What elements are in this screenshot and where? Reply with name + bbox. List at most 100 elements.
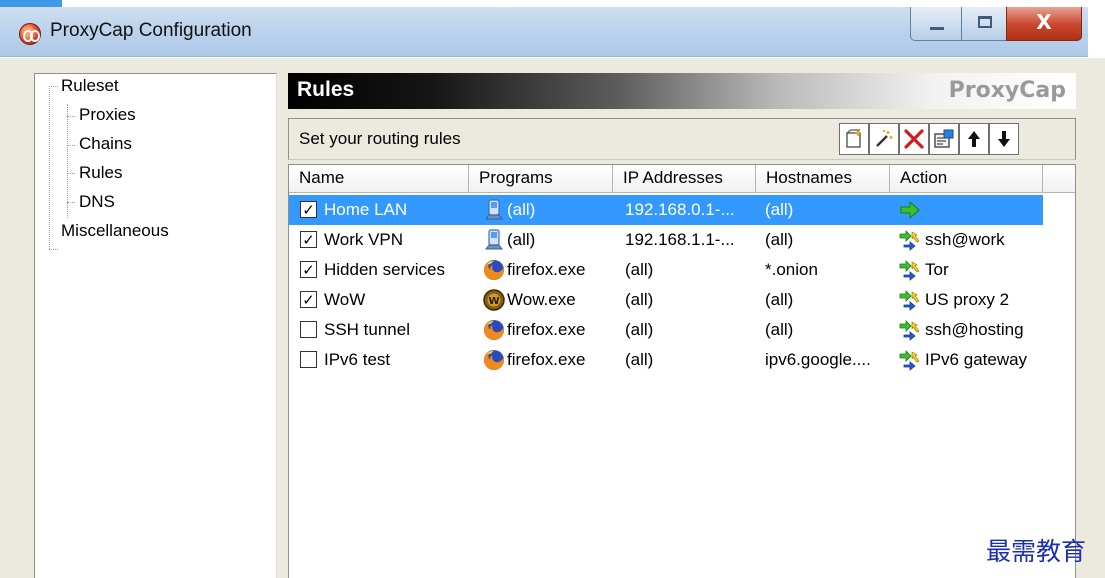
column-header-name[interactable]: Name <box>289 165 469 193</box>
rule-name: WoW <box>324 290 366 309</box>
rule-enabled-checkbox[interactable] <box>300 321 317 338</box>
rule-program: firefox.exe <box>507 350 586 369</box>
table-row[interactable]: ✓ WoW W Wow.exe (all) (all) US proxy 2 <box>289 285 1043 315</box>
direct-arrow-icon <box>898 199 922 221</box>
firefox-icon <box>482 258 506 282</box>
minimize-icon <box>930 27 944 30</box>
rules-toolbar: Set your routing rules <box>288 118 1076 160</box>
tree-connector <box>67 116 75 117</box>
rules-header-banner: Rules ProxyCap <box>288 73 1076 109</box>
window-client-area: Ruleset Proxies Chains Rules DNS Miscell… <box>0 58 1105 578</box>
tree-connector <box>49 249 58 250</box>
tree-connector <box>67 145 75 146</box>
tree-item-rules[interactable]: Rules <box>79 163 122 183</box>
tree-item-proxies[interactable]: Proxies <box>79 105 136 125</box>
rule-name: SSH tunnel <box>324 320 410 339</box>
window-title: ProxyCap Configuration <box>50 20 252 41</box>
close-icon: X <box>1036 10 1052 34</box>
rule-enabled-checkbox-checked[interactable]: ✓ <box>300 231 317 248</box>
rule-action: IPv6 gateway <box>925 350 1028 369</box>
move-rule-down-button[interactable] <box>989 123 1019 155</box>
svg-text:W: W <box>488 296 499 307</box>
rule-enabled-checkbox-checked[interactable]: ✓ <box>300 291 317 308</box>
rule-program: (all) <box>507 200 536 219</box>
rule-hostnames: (all) <box>765 230 794 249</box>
move-up-icon <box>968 131 980 147</box>
close-button[interactable]: X <box>1006 7 1082 41</box>
all-programs-icon <box>482 228 506 252</box>
rule-ip-addresses: (all) <box>625 320 654 339</box>
tree-item-miscellaneous[interactable]: Miscellaneous <box>61 221 169 241</box>
table-row[interactable]: ✓ Work VPN (all) 192.168.1.1-... (all) ssh@wo… <box>289 225 1043 255</box>
rules-list-header: Name Programs IP Addresses Hostnames Act… <box>289 165 1075 193</box>
rules-subtitle: Set your routing rules <box>299 129 461 148</box>
column-header-action[interactable]: Action <box>890 165 1043 193</box>
tree-item-dns[interactable]: DNS <box>79 192 115 212</box>
proxycap-app-icon <box>19 23 41 45</box>
tree-connector <box>49 86 50 249</box>
move-down-icon <box>998 131 1010 147</box>
corner-accent <box>0 0 62 7</box>
rule-program: firefox.exe <box>507 320 586 339</box>
delete-rule-button[interactable] <box>899 123 929 155</box>
proxy-route-icon <box>898 319 922 341</box>
tree-item-ruleset[interactable]: Ruleset <box>61 76 119 96</box>
rule-hostnames: (all) <box>765 290 794 309</box>
rule-ip-addresses: 192.168.0.1-... <box>625 200 735 219</box>
table-row[interactable]: SSH tunnel firefox.exe (all) (all) ssh@hosti… <box>289 315 1043 345</box>
table-row[interactable]: ✓ Home LAN (all) 192.168.0.1-... (all) <box>289 195 1043 225</box>
rule-properties-button[interactable] <box>929 123 959 155</box>
rule-action: Tor <box>925 260 949 279</box>
rule-ip-addresses: 192.168.1.1-... <box>625 230 735 249</box>
move-rule-up-button[interactable] <box>959 123 989 155</box>
maximize-icon <box>978 16 992 28</box>
rule-wizard-button[interactable] <box>869 123 899 155</box>
minimize-button[interactable] <box>910 7 962 41</box>
column-header-hostnames[interactable]: Hostnames <box>756 165 890 193</box>
delete-icon <box>904 129 924 149</box>
rule-hostnames: *.onion <box>765 260 818 279</box>
rules-header-title: Rules <box>297 78 355 101</box>
all-programs-icon <box>482 198 506 222</box>
tree-connector <box>67 202 75 203</box>
rule-enabled-checkbox-checked[interactable]: ✓ <box>300 261 317 278</box>
rule-program: (all) <box>507 230 536 249</box>
properties-icon <box>934 129 954 148</box>
rule-enabled-checkbox[interactable] <box>300 351 317 368</box>
rule-hostnames: (all) <box>765 320 794 339</box>
rules-list[interactable]: Name Programs IP Addresses Hostnames Act… <box>288 164 1076 578</box>
tree-connector <box>67 173 75 174</box>
rule-action: ssh@work <box>925 230 1005 249</box>
new-rule-icon <box>846 129 862 148</box>
rule-ip-addresses: (all) <box>625 350 654 369</box>
watermark-text: 最需教育 <box>986 537 1087 566</box>
title-bar[interactable]: ProxyCap Configuration X <box>0 7 1088 57</box>
proxy-route-icon <box>898 259 922 281</box>
table-row[interactable]: IPv6 test firefox.exe (all) ipv6.google....… <box>289 345 1043 375</box>
table-row[interactable]: ✓ Hidden services firefox.exe (all) *.onion T… <box>289 255 1043 285</box>
rule-name: Work VPN <box>324 230 404 249</box>
tree-item-chains[interactable]: Chains <box>79 134 132 154</box>
firefox-icon <box>482 348 506 372</box>
maximize-button[interactable] <box>961 7 1007 41</box>
tree-connector <box>49 86 58 87</box>
proxycap-brand-logo: ProxyCap <box>948 78 1066 103</box>
rule-name: Home LAN <box>324 200 408 219</box>
rule-ip-addresses: (all) <box>625 290 654 309</box>
tree-connector <box>67 104 68 218</box>
column-header-programs[interactable]: Programs <box>469 165 613 193</box>
rule-name: IPv6 test <box>324 350 391 369</box>
rule-hostnames: ipv6.google.... <box>765 350 871 369</box>
new-rule-button[interactable] <box>839 123 869 155</box>
proxy-route-icon <box>898 289 922 311</box>
rules-panel: Rules ProxyCap Set your routing rules Na… <box>288 73 1076 578</box>
wow-icon: W <box>482 288 506 312</box>
rule-enabled-checkbox-checked[interactable]: ✓ <box>300 201 317 218</box>
rule-program: firefox.exe <box>507 260 586 279</box>
column-header-ip-addresses[interactable]: IP Addresses <box>613 165 756 193</box>
rule-action: US proxy 2 <box>925 290 1010 309</box>
rule-action: ssh@hosting <box>925 320 1024 339</box>
proxy-route-icon <box>898 229 922 251</box>
rule-ip-addresses: (all) <box>625 260 654 279</box>
rule-name: Hidden services <box>324 260 445 279</box>
